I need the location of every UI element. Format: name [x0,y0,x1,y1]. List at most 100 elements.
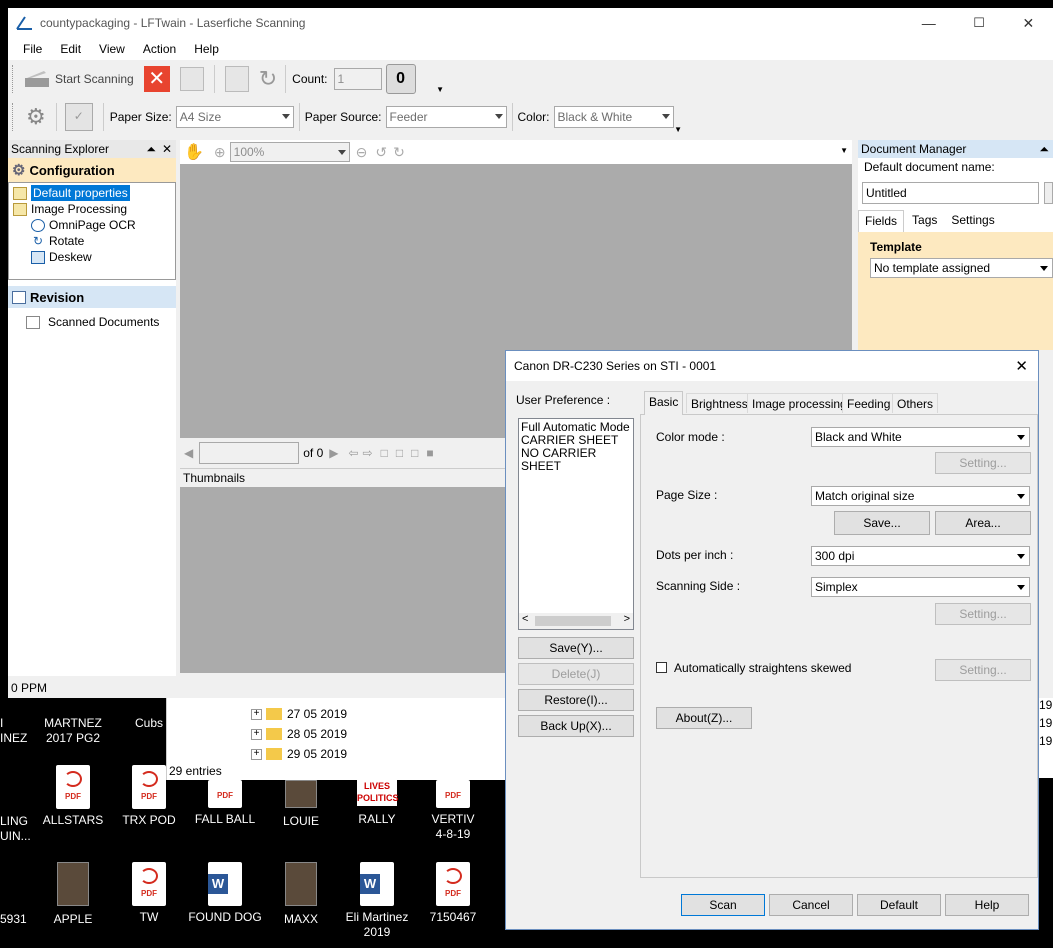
menu-view[interactable]: View [90,42,134,56]
backup-preference-button[interactable]: Back Up(X)... [518,715,634,737]
stop-icon[interactable]: ✕ [143,66,170,92]
default-properties-icon[interactable]: ✓ [64,103,93,131]
first-page-icon[interactable]: ◀ [184,446,193,460]
tree-item-scanned-documents[interactable]: Scanned Documents [26,314,176,330]
side-setting-button[interactable]: Setting... [935,603,1031,625]
desktop-icon-vertiv[interactable]: PDF VERTIV 4-8-19 [415,780,491,842]
tree-item-image-processing[interactable]: Image Processing [9,201,175,217]
straighten-checkbox[interactable] [656,662,667,673]
color-setting-button[interactable]: Setting... [935,452,1031,474]
scroll-thumb[interactable] [535,616,611,626]
tab-tags[interactable]: Tags [904,210,945,232]
desktop-icon-tw[interactable]: PDF TW [111,862,187,925]
paper-size-select[interactable]: A4 Size [175,106,294,128]
preference-item[interactable]: NO CARRIER SHEET [521,447,633,473]
color-mode-select[interactable]: Black and White [811,427,1030,447]
configuration-section[interactable]: ⚙ Configuration [8,158,176,182]
rescan-icon[interactable]: ↻ [259,66,277,92]
minimize-icon[interactable]: — [922,15,936,32]
scroll-right-icon[interactable]: > [624,613,630,626]
desktop-icon-apple[interactable]: APPLE [35,862,111,927]
scroll-left-icon[interactable]: < [522,613,528,626]
next-page-nav-icon[interactable]: ▶ [329,446,338,460]
panel-close-icon[interactable]: ✕ [162,140,172,158]
next-page-icon[interactable] [179,67,204,91]
color-select[interactable]: Black & White [553,106,674,128]
tab-others[interactable]: Others [892,393,939,413]
straighten-setting-button[interactable]: Setting... [935,659,1031,681]
default-name-input[interactable]: Untitled [862,182,1039,204]
expand-icon[interactable]: + [251,728,262,740]
move-left-icon[interactable]: ⇦ [348,446,358,460]
rotate-right-icon[interactable]: ↻ [393,144,405,161]
restore-preference-button[interactable]: Restore(I)... [518,689,634,711]
insert-page-icon[interactable]: □ [381,446,388,460]
pin-icon[interactable]: ⏶ [1039,140,1049,158]
pin-icon[interactable]: ⏶ [146,140,156,158]
scan-button[interactable]: Scan [681,894,765,916]
extract-page-icon[interactable]: □ [411,446,418,460]
dialog-close-icon[interactable]: ✕ [1015,357,1028,375]
count-input[interactable]: 1 [333,68,382,90]
desktop-icon-louie[interactable]: LOUIE [263,780,339,829]
menu-help[interactable]: Help [185,42,228,56]
page-size-select[interactable]: Match original size [811,486,1030,506]
replace-page-icon[interactable]: □ [396,446,403,460]
zoom-out-icon[interactable]: ⊖ [356,144,368,161]
scanning-side-select[interactable]: Simplex [811,577,1030,597]
tree-item-rotate[interactable]: ↻ Rotate [9,233,175,249]
menu-action[interactable]: Action [134,42,185,56]
desktop-icon-allstars[interactable]: PDF ALLSTARS [35,765,111,828]
tab-image-processing[interactable]: Image processing [747,393,852,413]
page-size-save-button[interactable]: Save... [834,511,930,535]
zoom-select[interactable]: 100% [229,142,350,162]
name-options-button[interactable] [1044,182,1053,204]
desktop-icon-rally[interactable]: LIVES POLITICS RALLY [339,780,415,827]
desktop-icon-7150467[interactable]: PDF 7150467 [415,862,491,925]
cancel-button[interactable]: Cancel [769,894,853,916]
ocr-toggle-icon[interactable]: 0 [385,64,416,94]
tree-item-deskew[interactable]: Deskew [9,249,175,265]
tab-basic[interactable]: Basic [644,391,684,415]
delete-preference-button[interactable]: Delete(J) [518,663,634,685]
toolbar-overflow-icon[interactable]: ▼ [436,85,444,94]
tab-settings[interactable]: Settings [945,210,1000,232]
start-scanning-button[interactable]: Start Scanning [24,69,134,89]
gear-icon[interactable]: ⚙ [26,104,46,130]
tab-feeding[interactable]: Feeding [842,393,896,413]
desktop-icon-found-dog[interactable]: W FOUND DOG [187,862,263,925]
desktop-icon-maxx[interactable]: MAXX [263,862,339,927]
pan-hand-icon[interactable]: ✋ [184,142,204,162]
tree-item-default-properties[interactable]: Default properties [9,185,175,201]
save-preference-button[interactable]: Save(Y)... [518,637,634,659]
user-preference-list[interactable]: Full Automatic Mode CARRIER SHEET NO CAR… [518,418,634,630]
desktop-icon-eli-martinez[interactable]: W Eli Martinez 2019 [339,862,415,940]
dpi-select[interactable]: 300 dpi [811,546,1030,566]
paper-source-select[interactable]: Feeder [385,106,507,128]
desktop-icon-martnez[interactable]: MARTNEZ 2017 PG2 [35,716,111,746]
menu-file[interactable]: File [14,42,51,56]
revision-section[interactable]: Revision [8,286,176,308]
tree-item-omnipage-ocr[interactable]: OmniPage OCR [9,217,175,233]
template-select[interactable]: No template assigned [870,258,1053,278]
help-button[interactable]: Help [945,894,1029,916]
delete-page-icon[interactable]: ■ [426,446,433,460]
default-button[interactable]: Default [857,894,941,916]
move-right-icon[interactable]: ⇨ [363,446,373,460]
expand-icon[interactable]: + [251,708,262,720]
toolbar-overflow-icon[interactable]: ▼ [840,146,848,155]
page-number-input[interactable] [199,442,300,464]
about-button[interactable]: About(Z)... [656,707,752,729]
menu-edit[interactable]: Edit [51,42,90,56]
close-icon[interactable]: ✕ [1022,15,1034,32]
folder-item[interactable]: + 29 05 2019 [251,744,347,764]
maximize-icon[interactable]: ☐ [973,15,985,32]
expand-icon[interactable]: + [251,748,262,760]
tab-fields[interactable]: Fields [858,210,905,232]
toolbar-overflow-icon[interactable]: ▼ [674,125,682,134]
area-button[interactable]: Area... [935,511,1031,535]
zoom-in-icon[interactable]: ⊕ [214,144,226,161]
folder-item[interactable]: + 28 05 2019 [251,724,347,744]
tab-brightness[interactable]: Brightness [686,393,753,413]
folder-item[interactable]: + 27 05 2019 [251,704,347,724]
